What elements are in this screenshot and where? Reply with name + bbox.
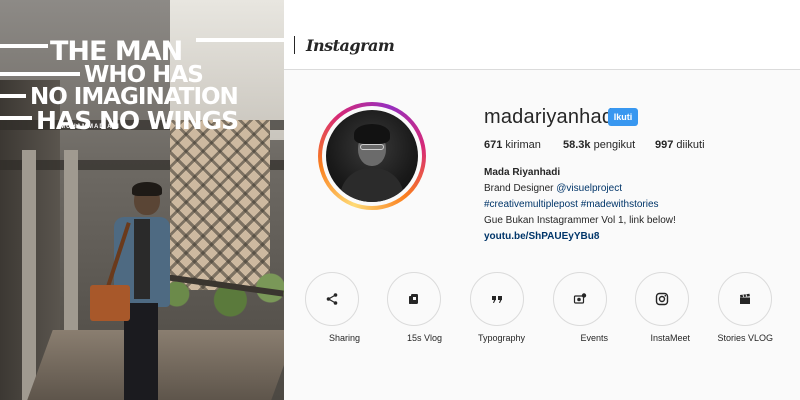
highlight-label: InstaMeet bbox=[650, 333, 690, 343]
highlight-label: Stories VLOG bbox=[717, 333, 773, 343]
quote-bar bbox=[0, 94, 26, 98]
highlight-instameet[interactable]: InstaMeet bbox=[634, 272, 690, 346]
bio-line-1: Brand Designer @visuelproject bbox=[484, 181, 676, 197]
poster-lattice-wall bbox=[170, 120, 270, 290]
stat-following[interactable]: 997 diikuti bbox=[655, 139, 705, 151]
video-clip-icon bbox=[409, 294, 418, 304]
quote-line-1: THE MAN bbox=[50, 36, 183, 67]
bio-mention-link[interactable]: @visuelproject bbox=[556, 183, 622, 194]
bio-line-3: Gue Bukan Instagrammer Vol 1, link below… bbox=[484, 215, 676, 226]
stat-posts-count: 671 bbox=[484, 139, 503, 151]
bio-website-link[interactable]: youtu.be/ShPAUEyYBu8 bbox=[484, 229, 676, 245]
highlight-sharing[interactable]: Sharing bbox=[304, 272, 360, 346]
highlight-15s-vlog[interactable]: 15s Vlog bbox=[386, 272, 442, 346]
header-divider bbox=[294, 36, 295, 54]
poster-image: THE MAN WHO HAS NO IMAGINATION HAS NO WI… bbox=[0, 0, 284, 400]
highlight-typography[interactable]: Typography bbox=[469, 272, 525, 346]
profile-bio: Mada Riyanhadi Brand Designer @visuelpro… bbox=[484, 165, 676, 245]
highlight-circle[interactable] bbox=[553, 272, 607, 326]
share-icon bbox=[326, 293, 338, 305]
highlight-circle[interactable] bbox=[470, 272, 524, 326]
highlight-label: Typography bbox=[477, 333, 525, 343]
stat-posts[interactable]: 671 kiriman bbox=[484, 139, 541, 151]
highlight-circle[interactable] bbox=[387, 272, 441, 326]
instagram-logo[interactable]: Instagram bbox=[306, 36, 395, 55]
profile-username: madariyanhadi bbox=[484, 106, 618, 128]
stat-following-count: 997 bbox=[655, 139, 674, 151]
highlight-label: 15s Vlog bbox=[406, 333, 442, 343]
highlight-circle[interactable] bbox=[635, 272, 689, 326]
stat-followers-label: pengikut bbox=[593, 139, 636, 151]
poster-pillar bbox=[22, 150, 36, 400]
quote-bar bbox=[196, 38, 284, 42]
follow-button[interactable]: Ikuti bbox=[608, 108, 638, 126]
highlight-circle[interactable] bbox=[718, 272, 772, 326]
stat-followers-count: 58.3k bbox=[563, 139, 591, 151]
stat-followers[interactable]: 58.3k pengikut bbox=[563, 139, 635, 151]
instagram-icon bbox=[655, 292, 669, 306]
highlight-label: Sharing bbox=[328, 333, 360, 343]
bio-role: Brand Designer bbox=[484, 183, 557, 194]
clapperboard-icon bbox=[740, 293, 750, 304]
quote-bar bbox=[0, 72, 80, 76]
profile-avatar[interactable] bbox=[318, 102, 426, 210]
highlight-label: Events bbox=[580, 333, 608, 343]
instagram-header: Instagram bbox=[284, 0, 800, 70]
quote-bar bbox=[0, 116, 32, 120]
quote-icon bbox=[492, 296, 502, 303]
stat-following-label: diikuti bbox=[676, 139, 705, 151]
bio-full-name: Mada Riyanhadi bbox=[484, 167, 561, 178]
highlight-stories-vlog[interactable]: Stories VLOG bbox=[717, 272, 773, 346]
camera-badge-icon bbox=[573, 293, 587, 304]
poster-person bbox=[90, 182, 176, 400]
quote-author: MUHAMMAD ALI bbox=[60, 124, 120, 130]
stat-posts-label: kiriman bbox=[505, 139, 541, 151]
quote-bar bbox=[0, 44, 48, 48]
highlight-events[interactable]: Events bbox=[552, 272, 608, 346]
highlight-circle[interactable] bbox=[305, 272, 359, 326]
bio-hashtags[interactable]: #creativemultiplepost #madewithstories bbox=[484, 197, 676, 213]
